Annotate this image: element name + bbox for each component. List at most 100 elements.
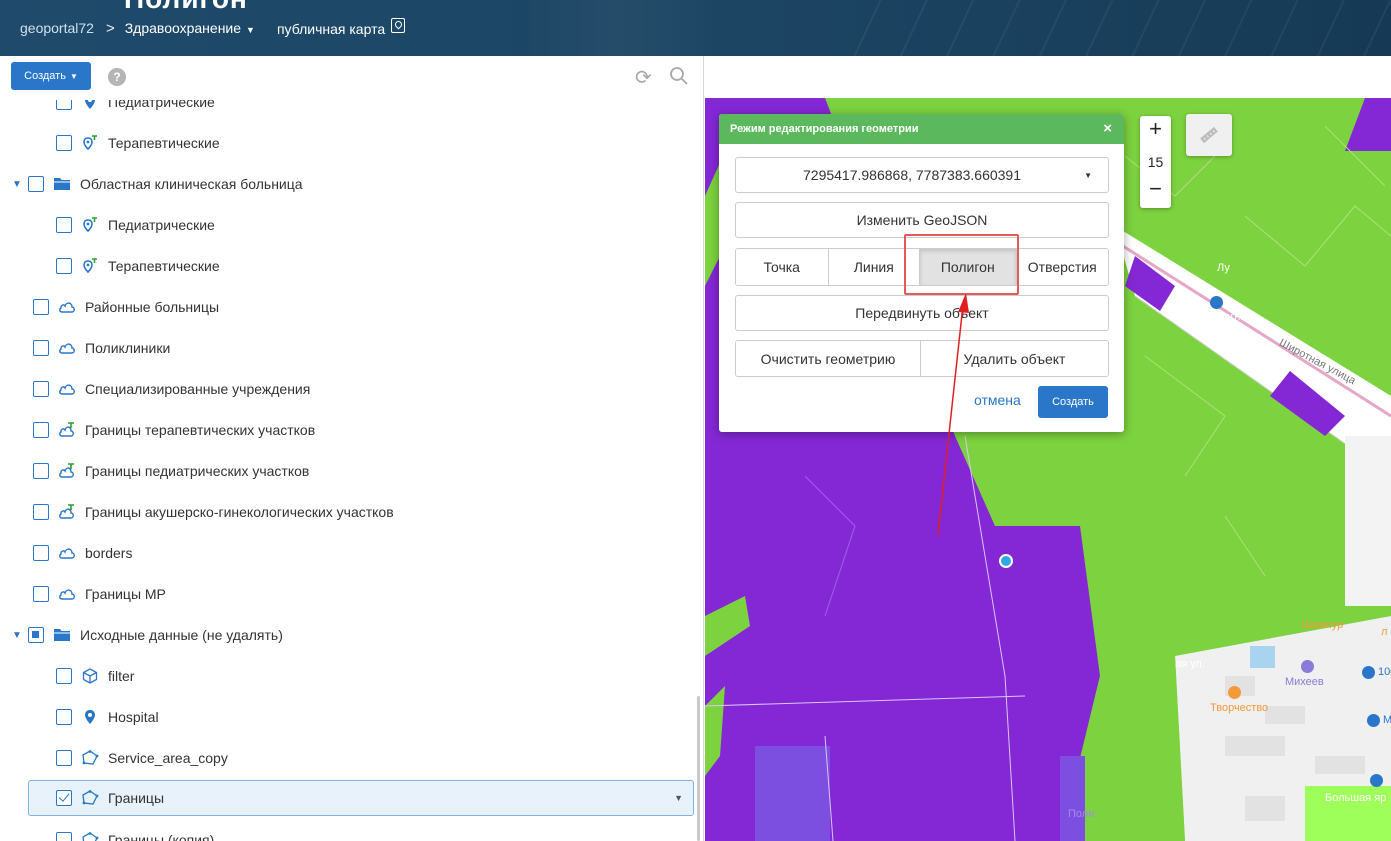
tree-item-source-data[interactable]: ▼ Исходные данные (не удалять): [0, 615, 700, 655]
layer-checkbox[interactable]: [33, 422, 49, 438]
cloud-icon: [57, 585, 77, 603]
geometry-type-holes[interactable]: Отверстия: [1016, 249, 1108, 285]
pin-icon: [80, 708, 100, 726]
layer-checkbox[interactable]: [56, 750, 72, 766]
geometry-actions-group: Очистить геометрию Удалить объект: [735, 340, 1109, 377]
layer-checkbox[interactable]: [56, 135, 72, 151]
poi-miheev-icon[interactable]: [1301, 660, 1314, 673]
tree-item-label: Педиатрические: [108, 217, 215, 233]
ruler-button[interactable]: [1186, 114, 1232, 156]
tree-item-district-hospitals[interactable]: Районные больницы: [0, 287, 700, 327]
layer-checkbox[interactable]: [33, 504, 49, 520]
pin-filter-icon: [80, 216, 100, 234]
layer-checkbox-partial[interactable]: [28, 627, 44, 643]
layer-checkbox[interactable]: [56, 832, 72, 841]
tree-item-label: Границы: [108, 790, 164, 806]
tree-item-hospital[interactable]: Hospital: [0, 697, 700, 737]
breadcrumb-home-link[interactable]: geoportal72: [20, 20, 94, 36]
tree-item-therapeutic-2[interactable]: Терапевтические: [0, 246, 700, 286]
poi-100-icon[interactable]: [1362, 666, 1375, 679]
create-dropdown-button[interactable]: Создать ▼: [11, 62, 91, 90]
coordinates-select[interactable]: 7295417.986868, 7787383.660391 ▼: [735, 157, 1109, 193]
poi-big-label: Большая яр: [1325, 792, 1387, 804]
cloud-filter-icon: [57, 421, 77, 439]
cloud-filter-icon: [57, 503, 77, 521]
tree-item-label: Hospital: [108, 709, 159, 725]
layer-checkbox[interactable]: [33, 463, 49, 479]
tree-item-label: borders: [85, 545, 133, 561]
poi-m-icon[interactable]: [1367, 714, 1380, 727]
layer-checkbox[interactable]: [33, 545, 49, 561]
pin-filter-icon: [80, 134, 100, 152]
header-decoration-2: [520, 0, 720, 56]
poi-big-icon[interactable]: [1370, 774, 1383, 787]
polygon-icon: [80, 831, 100, 841]
tree-item-pediatric-borders[interactable]: Границы педиатрических участков: [0, 451, 700, 491]
tree-scrollbar[interactable]: [697, 696, 700, 841]
coordinates-value: 7295417.986868, 7787383.660391: [803, 167, 1021, 183]
breadcrumb-map-link[interactable]: публичная карта: [277, 18, 406, 37]
layer-checkbox[interactable]: [33, 299, 49, 315]
layer-checkbox[interactable]: [56, 217, 72, 233]
breadcrumb-section-label: Здравоохранение: [124, 20, 242, 36]
tree-item-service-area-copy[interactable]: Service_area_copy: [0, 738, 700, 778]
close-icon[interactable]: ×: [1103, 114, 1112, 144]
tree-item-granitsy-copy[interactable]: Границы (копия): [0, 820, 700, 841]
poi-tvorchestvo-icon[interactable]: [1228, 686, 1241, 699]
delete-object-button[interactable]: Удалить объект: [921, 341, 1108, 376]
tree-item-polyclinics[interactable]: Поликлиники: [0, 328, 700, 368]
street-label-left: ая ул.: [1175, 658, 1205, 670]
tree-item-obstetric-borders[interactable]: Границы акушерско-гинекологических участ…: [0, 492, 700, 532]
tree-item-regional-hospital[interactable]: ▼ Областная клиническая больница: [0, 164, 700, 204]
edit-geojson-button[interactable]: Изменить GeoJSON: [735, 202, 1109, 238]
layer-checkbox[interactable]: [33, 586, 49, 602]
tree-item-label: Границы педиатрических участков: [85, 463, 310, 479]
tree-item-borders[interactable]: borders: [0, 533, 700, 573]
poi-shop-label: Магнит: [1215, 311, 1252, 323]
layer-checkbox[interactable]: [33, 340, 49, 356]
create-button-label: Создать: [24, 70, 66, 82]
layer-checkbox[interactable]: [56, 668, 72, 684]
refresh-icon[interactable]: ⟳: [635, 65, 652, 90]
cancel-link[interactable]: отмена: [974, 392, 1021, 408]
tree-item-label: Исходные данные (не удалять): [80, 627, 283, 643]
layer-checkbox[interactable]: [28, 176, 44, 192]
tree-item-therapeutic-1[interactable]: Терапевтические: [0, 123, 700, 163]
tree-item-mr-borders[interactable]: Границы МР: [0, 574, 700, 614]
move-object-button[interactable]: Передвинуть объект: [735, 295, 1109, 331]
expand-chevron-icon[interactable]: ▼: [12, 179, 22, 190]
create-submit-button[interactable]: Создать: [1038, 386, 1108, 418]
layer-checkbox[interactable]: [56, 258, 72, 274]
layers-toolbar: Создать ▼ ? ⟳: [0, 56, 703, 100]
help-icon[interactable]: ?: [108, 68, 126, 86]
clear-geometry-button[interactable]: Очистить геометрию: [736, 341, 922, 376]
zoom-in-button[interactable]: +: [1140, 116, 1171, 142]
top-navbar: Полигон" geoportal72 > Здравоохранение ▼ …: [0, 0, 1391, 56]
poi-shop-icon[interactable]: [1210, 296, 1223, 309]
geometry-type-point[interactable]: Точка: [736, 249, 829, 285]
tree-item-label: Терапевтические: [108, 135, 220, 151]
cut-title-text: Полигон": [124, 0, 262, 15]
zoom-out-button[interactable]: −: [1140, 176, 1171, 202]
ruler-icon: [1200, 126, 1218, 144]
caret-down-icon: ▼: [1084, 170, 1092, 180]
tree-item-label: Границы терапевтических участков: [85, 422, 316, 438]
tree-item-granitsy-selected[interactable]: Границы ▼: [28, 780, 694, 816]
caret-down-icon[interactable]: ▼: [674, 793, 683, 803]
expand-chevron-icon[interactable]: ▼: [12, 630, 22, 641]
breadcrumb-section-dropdown[interactable]: Здравоохранение ▼: [125, 20, 255, 36]
layer-checkbox-checked[interactable]: [56, 790, 72, 806]
highlight-box-annotation: [904, 234, 1019, 295]
poi-miheev-label: Михеев: [1285, 676, 1324, 688]
tree-item-label: Границы МР: [85, 586, 166, 602]
layer-checkbox[interactable]: [33, 381, 49, 397]
poi-m-label: М: [1383, 714, 1391, 726]
tree-item-label: filter: [108, 668, 135, 684]
tree-item-pediatric-2[interactable]: Педиатрические: [0, 205, 700, 245]
layer-checkbox[interactable]: [56, 709, 72, 725]
search-icon[interactable]: [669, 66, 689, 86]
tree-item-therapeutic-borders[interactable]: Границы терапевтических участков: [0, 410, 700, 450]
tree-item-specialized[interactable]: Специализированные учреждения: [0, 369, 700, 409]
breadcrumb-separator: >: [105, 19, 115, 37]
tree-item-filter[interactable]: filter: [0, 656, 700, 696]
